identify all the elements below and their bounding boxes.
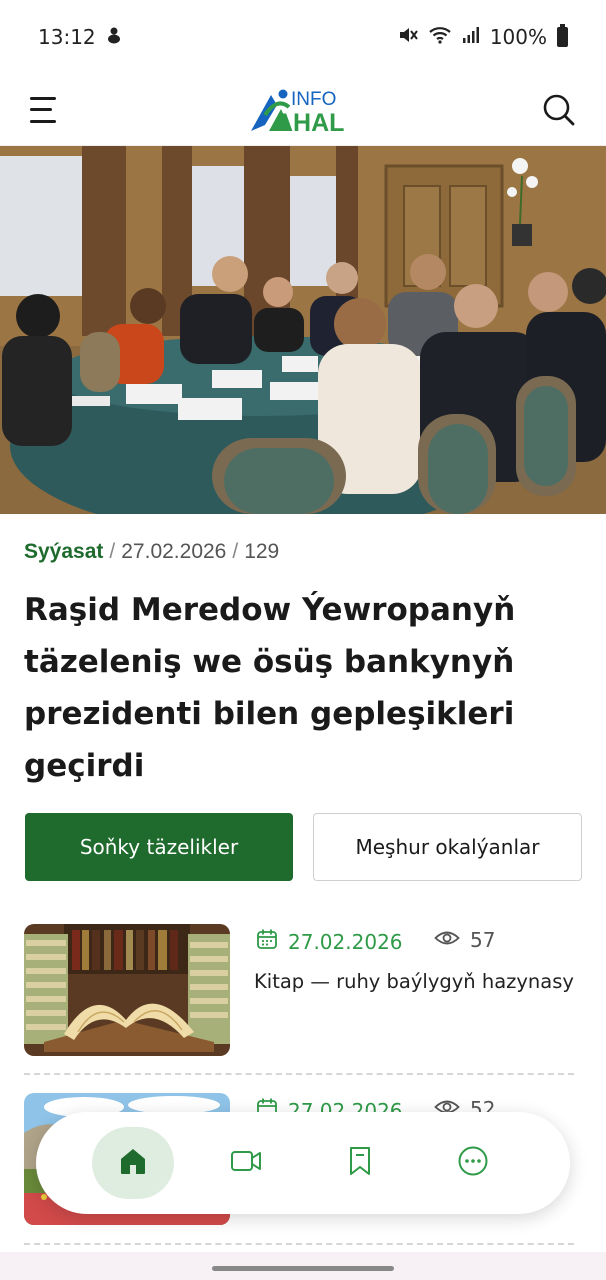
eye-icon — [434, 928, 460, 952]
status-bar: 13:12 100% — [0, 0, 606, 74]
logo-text-top: INFO — [291, 89, 336, 110]
news-date: 27.02.2026 — [256, 928, 403, 955]
battery-icon — [557, 24, 568, 47]
article-category[interactable]: Syýasat — [24, 540, 103, 564]
bookmark-icon — [347, 1145, 373, 1182]
hamburger-menu-icon[interactable] — [30, 96, 60, 123]
news-divider — [24, 1073, 574, 1075]
news-date-text: 27.02.2026 — [288, 929, 403, 954]
signal-icon — [462, 26, 480, 49]
notification-icon — [106, 26, 122, 49]
nav-video[interactable] — [205, 1127, 287, 1199]
news-list-item[interactable]: 27.02.2026 57 Kitap — ruhy baýlygyň hazy… — [24, 924, 582, 1058]
nav-more[interactable] — [432, 1127, 514, 1199]
wifi-icon — [428, 26, 452, 49]
home-icon — [117, 1145, 149, 1182]
mute-icon — [398, 26, 418, 49]
search-icon[interactable] — [542, 93, 576, 127]
video-icon — [230, 1148, 262, 1179]
app-logo[interactable]: INFO AHAL — [247, 85, 355, 135]
status-time: 13:12 — [38, 25, 96, 49]
more-icon — [457, 1145, 489, 1182]
battery-percent: 100% — [489, 25, 547, 49]
article-views: 129 — [244, 540, 280, 563]
tab-latest-news[interactable]: Soňky täzelikler — [25, 813, 293, 881]
news-views-count: 57 — [470, 928, 496, 952]
logo-text-bottom: AHAL — [275, 109, 344, 135]
news-divider — [24, 1243, 574, 1245]
news-title[interactable]: Kitap — ruhy baýlygyň hazynasy — [254, 970, 574, 993]
status-left: 13:12 — [38, 25, 122, 49]
bottom-navigation — [36, 1112, 570, 1214]
logo-mark-icon: INFO AHAL — [251, 89, 344, 135]
nav-home[interactable] — [91, 1127, 174, 1199]
calendar-icon — [256, 928, 278, 955]
article-meta: Syýasat / 27.02.2026 / 129 — [24, 540, 279, 564]
meta-separator: / — [109, 540, 116, 563]
article-hero-image[interactable] — [0, 146, 606, 514]
news-views: 57 — [434, 928, 495, 952]
meta-separator: / — [232, 540, 239, 563]
status-right: 100% — [398, 24, 568, 49]
app-header: INFO AHAL — [0, 74, 606, 146]
news-thumbnail[interactable] — [24, 924, 230, 1056]
gesture-handle[interactable] — [212, 1266, 394, 1271]
article-date: 27.02.2026 — [121, 540, 227, 563]
article-title[interactable]: Raşid Meredow Ýewropanyň täzeleniş we ös… — [24, 584, 584, 792]
nav-bookmarks[interactable] — [319, 1127, 401, 1199]
tab-most-read[interactable]: Meşhur okalýanlar — [313, 813, 582, 881]
